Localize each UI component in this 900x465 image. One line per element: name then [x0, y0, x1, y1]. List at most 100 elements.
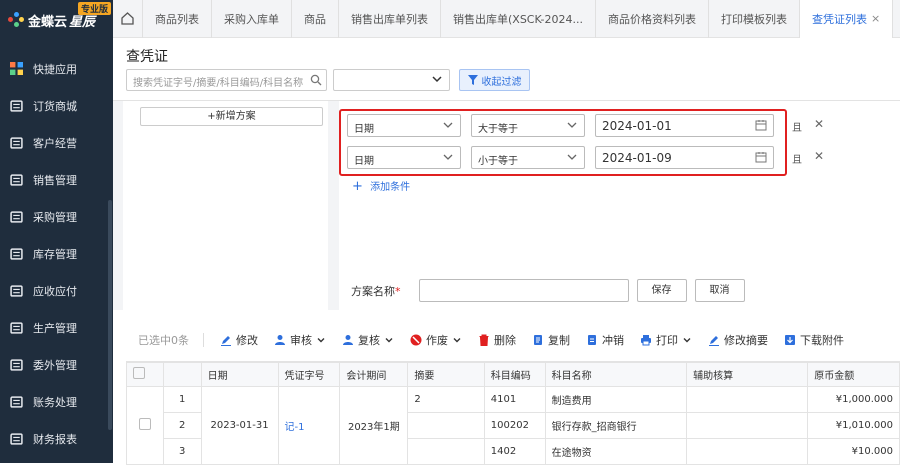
calendar-icon[interactable]	[755, 119, 767, 131]
sidebar-item-chart[interactable]: 销售管理	[0, 161, 113, 198]
add-scheme-button[interactable]: +新增方案	[140, 107, 323, 126]
bag-icon	[10, 100, 23, 112]
document-icon	[588, 335, 596, 345]
table-row[interactable]: 1 2023-01-31 记-1 2023年1期 2 4101 制造费用 ¥1,000.000	[126, 386, 900, 465]
save-button[interactable]: 保存	[636, 279, 687, 302]
chevron-down-icon	[317, 338, 325, 343]
voucher-link[interactable]: 记-1	[285, 422, 305, 433]
calendar-icon[interactable]	[755, 151, 767, 163]
scheme-select[interactable]	[333, 69, 450, 91]
plus-icon: +	[352, 179, 363, 194]
tab-0[interactable]: 商品列表	[143, 0, 212, 38]
scheme-name-text: 方案名称	[351, 284, 395, 298]
sidebar-item-report[interactable]: 财务报表	[0, 420, 113, 457]
collapse-filter-button[interactable]: 收起过滤	[459, 69, 530, 91]
condition-date-input[interactable]: 2024-01-09	[595, 146, 774, 169]
printer-icon	[641, 335, 651, 346]
sidebar: 金蝶云 星辰 专业版 快捷应用订货商城客户经营销售管理采购管理库存管理 应收应付生…	[0, 0, 113, 463]
condition-field-select[interactable]: 日期	[347, 146, 461, 169]
sidebar-item-label: 快捷应用	[33, 62, 77, 76]
row-checkbox[interactable]	[138, 418, 151, 430]
copy-button[interactable]: 复制	[532, 332, 570, 348]
edit-label: 修改	[236, 334, 258, 347]
offset-button[interactable]: 冲销	[586, 332, 624, 348]
sidebar-scrollbar[interactable]	[108, 200, 112, 430]
chevron-down-icon	[432, 76, 442, 83]
add-condition-label: 添加条件	[370, 182, 411, 193]
search-input[interactable]: 搜索凭证字号/摘要/科目编码/科目名称	[126, 69, 327, 91]
header-voucher-no[interactable]: 凭证字号	[277, 362, 341, 387]
sidebar-item-label: 采购管理	[33, 210, 77, 224]
recheck-button[interactable]: 复核	[342, 332, 394, 348]
header-date[interactable]: 日期	[200, 362, 279, 387]
tab-1[interactable]: 采购入库单	[212, 0, 292, 38]
condition-field: 日期	[354, 156, 374, 167]
tab-3[interactable]: 销售出库单列表	[339, 0, 441, 38]
audit-button[interactable]: 审核	[274, 332, 326, 348]
sidebar-item-label: 客户经营	[33, 136, 77, 150]
condition-operator-select[interactable]: 小于等于	[471, 146, 585, 169]
sidebar-item-outsource[interactable]: 委外管理	[0, 346, 113, 383]
sidebar-item-bag[interactable]: 订货商城	[0, 87, 113, 124]
sidebar-item-factory[interactable]: 生产管理	[0, 309, 113, 346]
tab-label: 采购入库单	[224, 12, 279, 26]
condition-operator: 小于等于	[478, 156, 518, 167]
tab-7[interactable]: 查凭证列表 ×	[800, 0, 894, 38]
condition-date-value: 2024-01-01	[602, 119, 672, 133]
sidebar-item-users[interactable]: 客户经营	[0, 124, 113, 161]
condition-date-input[interactable]: 2024-01-01	[595, 114, 774, 137]
sidebar-item-label: 生产管理	[33, 321, 77, 335]
header-auxiliary[interactable]: 辅助核算	[686, 362, 809, 387]
search-icon[interactable]	[310, 74, 322, 86]
void-button[interactable]: 作废	[410, 332, 462, 348]
tab-2[interactable]: 商品	[292, 0, 339, 38]
sidebar-item-box[interactable]: 库存管理	[0, 235, 113, 272]
cancel-button[interactable]: 取消	[694, 279, 745, 302]
select-all-checkbox[interactable]	[133, 367, 145, 379]
remove-condition-icon[interactable]: ✕	[814, 149, 824, 163]
trash-icon	[479, 334, 489, 346]
delete-button[interactable]: 删除	[478, 332, 516, 348]
cell-voucher-no[interactable]: 记-1	[277, 386, 341, 465]
download-attachment-button[interactable]: 下载附件	[784, 332, 844, 348]
print-button[interactable]: 打印	[640, 332, 692, 348]
tab-label: 销售出库单列表	[351, 12, 428, 26]
tab-4[interactable]: 销售出库单(XSCK-2024...	[441, 0, 597, 38]
edit-button[interactable]: 修改	[220, 332, 258, 348]
sidebar-item-cart[interactable]: 采购管理	[0, 198, 113, 235]
selected-count-text: 已选中0条	[138, 334, 189, 347]
cell-amount: ¥10.000	[807, 438, 900, 465]
header-amount[interactable]: 原币金额	[807, 362, 900, 387]
condition-field-select[interactable]: 日期	[347, 114, 461, 137]
cell-account-name: 制造费用	[544, 386, 688, 413]
home-tab[interactable]	[113, 0, 143, 38]
tab-label: 打印模板列表	[721, 12, 788, 26]
header-account-code[interactable]: 科目编码	[483, 362, 546, 387]
scheme-name-input[interactable]	[418, 279, 629, 302]
condition-date-value: 2024-01-09	[602, 151, 672, 165]
pencil-icon	[709, 336, 719, 346]
add-condition-button[interactable]: + 添加条件	[352, 178, 410, 194]
row-select-cell[interactable]	[126, 386, 164, 465]
sidebar-item-grid[interactable]: 快捷应用	[0, 50, 113, 87]
select-all-cell[interactable]	[126, 362, 164, 387]
edit-summary-button[interactable]: 修改摘要	[708, 332, 768, 348]
sidebar-item-coin[interactable]: 应收应付	[0, 272, 113, 309]
header-summary[interactable]: 摘要	[407, 362, 485, 387]
chevron-down-icon	[683, 338, 691, 343]
header-account-name[interactable]: 科目名称	[544, 362, 688, 387]
close-icon[interactable]: ×	[871, 12, 880, 25]
condition-field: 日期	[354, 124, 374, 135]
condition-operator-select[interactable]: 大于等于	[471, 114, 585, 137]
chart-icon	[10, 174, 23, 186]
chevron-down-icon	[385, 338, 393, 343]
cell-amount: ¥1,000.000	[807, 386, 900, 413]
tab-6[interactable]: 打印模板列表	[709, 0, 801, 38]
brand-logo[interactable]: 金蝶云 星辰 专业版	[0, 0, 113, 40]
header-period[interactable]: 会计期间	[339, 362, 409, 387]
user-check-icon	[343, 335, 353, 345]
sidebar-item-ledger[interactable]: 账务处理	[0, 383, 113, 420]
chevron-down-icon	[443, 122, 453, 128]
tab-5[interactable]: 商品价格资料列表	[596, 0, 710, 38]
remove-condition-icon[interactable]: ✕	[814, 117, 824, 131]
